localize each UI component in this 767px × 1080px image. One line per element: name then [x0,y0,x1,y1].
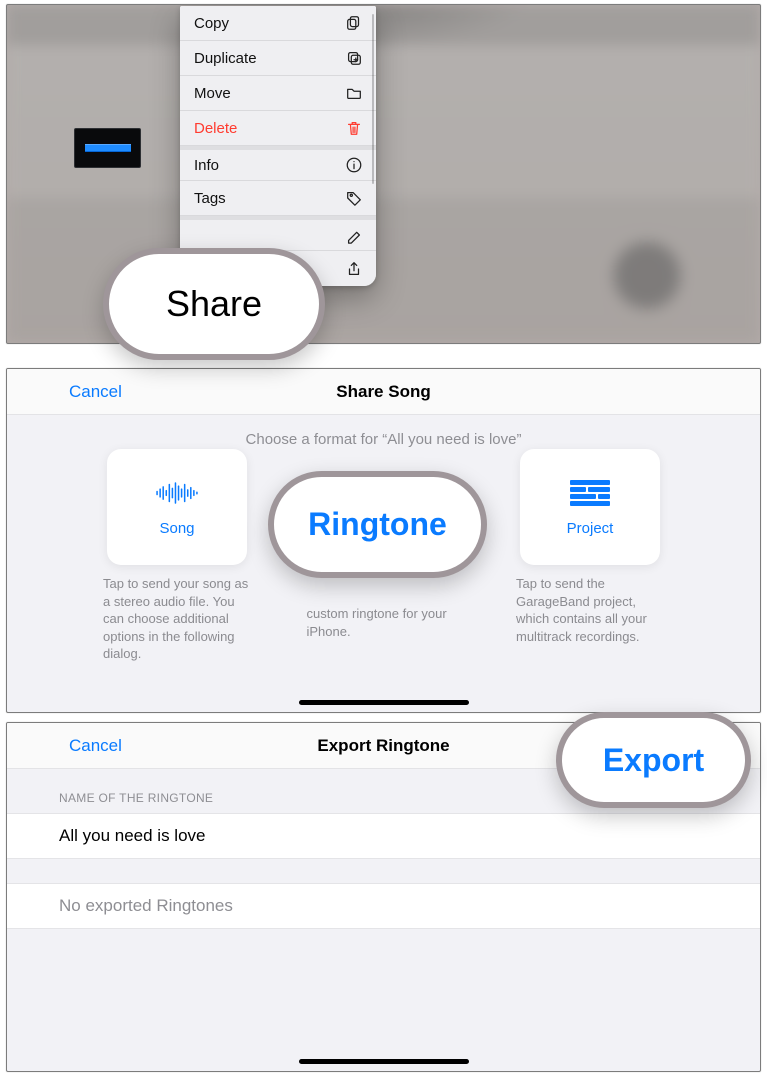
format-card-song[interactable]: Song Tap to send your song as a stereo a… [107,449,247,663]
pencil-icon [345,226,363,244]
menu-item-duplicate[interactable]: Duplicate [180,41,376,76]
callout-label: Share [166,283,262,325]
project-thumbnail[interactable] [74,128,141,168]
menu-item-rename[interactable] [180,216,376,251]
folder-icon [345,84,363,102]
format-label: Song [159,520,194,537]
callout-share: Share [103,248,325,360]
menu-item-label: Tags [194,190,226,207]
format-desc: custom ringtone for your iPhone. [307,605,455,640]
menu-item-label: Duplicate [194,50,257,67]
cancel-label: Cancel [69,736,122,756]
cancel-button[interactable]: Cancel [69,723,122,768]
empty-state-label: No exported Ringtones [59,896,233,915]
share-song-navbar: Cancel Share Song [7,369,760,415]
waveform-icon [85,144,131,152]
duplicate-icon [345,49,363,67]
menu-item-label: Delete [194,120,237,137]
waveform-icon [154,478,200,508]
page-title: Share Song [336,382,430,402]
format-desc: Tap to send the GarageBand project, whic… [516,575,664,645]
callout-label: Ringtone [308,506,447,543]
callout-ringtone: Ringtone [268,471,487,578]
page-title: Export Ringtone [317,736,449,756]
trash-icon [345,119,363,137]
home-indicator[interactable] [299,700,469,705]
copy-icon [345,14,363,32]
menu-item-copy[interactable]: Copy [180,6,376,41]
format-label: Project [567,520,614,537]
context-menu: Copy Duplicate Move Delete Info [180,6,376,286]
tag-icon [345,189,363,207]
menu-item-label: Move [194,85,231,102]
scroll-indicator [372,14,374,184]
format-prompt: Choose a format for “All you need is lov… [7,431,760,448]
ringtone-name-value: All you need is love [59,826,205,845]
cancel-label: Cancel [69,382,122,402]
info-icon [345,156,363,174]
exported-ringtones-empty: No exported Ringtones [7,883,760,929]
format-tile: Project [520,449,660,565]
menu-item-delete[interactable]: Delete [180,111,376,146]
ringtone-name-field[interactable]: All you need is love [7,813,760,859]
callout-export: Export [556,712,751,808]
callout-label: Export [603,742,704,779]
home-indicator[interactable] [299,1059,469,1064]
menu-item-tags[interactable]: Tags [180,181,376,216]
share-icon [345,260,363,278]
menu-item-label: Info [194,157,219,174]
cancel-button[interactable]: Cancel [69,369,122,414]
menu-item-info[interactable]: Info [180,146,376,181]
format-tile: Song [107,449,247,565]
menu-item-move[interactable]: Move [180,76,376,111]
tracks-icon [567,478,613,508]
format-desc: Tap to send your song as a stereo audio … [103,575,251,663]
menu-item-label: Copy [194,15,229,32]
format-card-project[interactable]: Project Tap to send the GarageBand proje… [520,449,660,663]
